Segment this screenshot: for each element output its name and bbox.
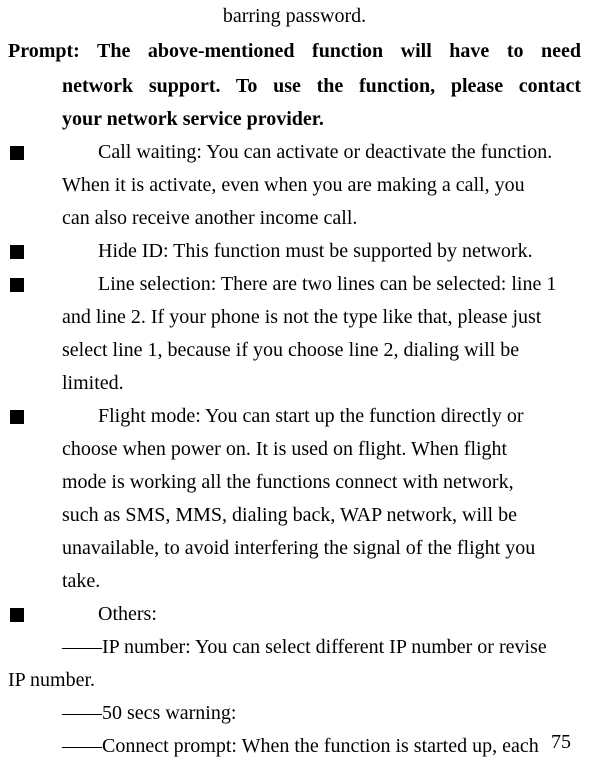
- bullet-continuation: such as SMS, MMS, dialing back, WAP netw…: [8, 499, 581, 532]
- square-bullet-icon: [10, 146, 24, 160]
- bullet-continuation: When it is activate, even when you are m…: [8, 169, 581, 202]
- prompt-line-3: your network service provider.: [8, 103, 581, 136]
- square-bullet-icon: [10, 608, 24, 622]
- bullet-continuation: choose when power on. It is used on flig…: [8, 433, 581, 466]
- bullet-continuation: can also receive another income call.: [8, 202, 581, 235]
- bullet-text: Others:: [24, 598, 581, 631]
- square-bullet-icon: [10, 278, 24, 292]
- bullet-flight-mode: Flight mode: You can start up the functi…: [8, 400, 581, 433]
- bullet-text: Flight mode: You can start up the functi…: [24, 400, 581, 433]
- header-fragment: barring password.: [8, 0, 581, 33]
- bullet-continuation: limited.: [8, 367, 581, 400]
- bullet-text: Line selection: There are two lines can …: [24, 268, 581, 301]
- bullet-text: Hide ID: This function must be supported…: [24, 235, 581, 268]
- square-bullet-icon: [10, 245, 24, 259]
- square-bullet-icon: [10, 410, 24, 424]
- bullet-line-selection: Line selection: There are two lines can …: [8, 268, 581, 301]
- sub-connect-prompt: ――Connect prompt: When the function is s…: [8, 730, 581, 763]
- prompt-line-2: network support. To use the function, pl…: [8, 70, 581, 103]
- bullet-continuation: mode is working all the functions connec…: [8, 466, 581, 499]
- sub-ip-number-2: IP number.: [8, 664, 581, 697]
- bullet-hide-id: Hide ID: This function must be supported…: [8, 235, 581, 268]
- bullet-continuation: take.: [8, 565, 581, 598]
- sub-50-secs: ――50 secs warning:: [8, 697, 581, 730]
- bullet-text: Call waiting: You can activate or deacti…: [24, 136, 581, 169]
- sub-ip-number-1: ――IP number: You can select different IP…: [8, 631, 581, 664]
- prompt-line-1: Prompt: The above-mentioned function wil…: [8, 35, 581, 68]
- page-number: 75: [551, 726, 571, 759]
- bullet-continuation: select line 1, because if you choose lin…: [8, 334, 581, 367]
- bullet-others: Others:: [8, 598, 581, 631]
- bullet-continuation: unavailable, to avoid interfering the si…: [8, 532, 581, 565]
- bullet-continuation: and line 2. If your phone is not the typ…: [8, 301, 581, 334]
- bullet-call-waiting: Call waiting: You can activate or deacti…: [8, 136, 581, 169]
